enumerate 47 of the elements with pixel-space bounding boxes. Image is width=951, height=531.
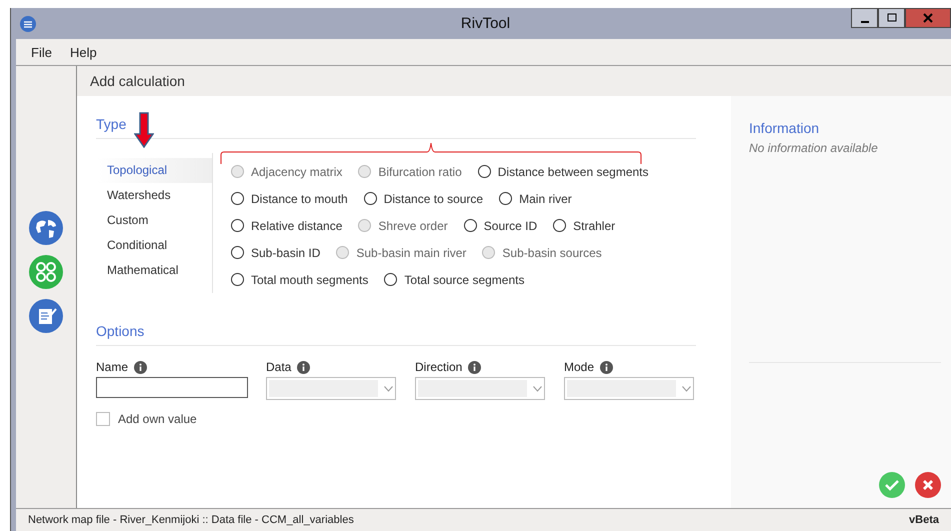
category-tab[interactable]: Custom bbox=[96, 208, 212, 233]
minimize-button[interactable] bbox=[851, 8, 878, 28]
category-tab[interactable]: Watersheds bbox=[96, 183, 212, 208]
version-label: vBeta bbox=[909, 514, 939, 526]
checkbox[interactable] bbox=[96, 412, 110, 426]
checkbox-label: Add own value bbox=[118, 412, 197, 426]
minimize-icon bbox=[860, 20, 868, 22]
category-tab[interactable]: Conditional bbox=[96, 233, 212, 258]
field-label: Data bbox=[266, 360, 292, 374]
chevron-down-icon bbox=[533, 386, 542, 392]
section-title: Options bbox=[96, 323, 696, 346]
radio-option[interactable]: Total source segments bbox=[384, 272, 524, 286]
field-label: Name bbox=[96, 360, 128, 374]
radio-option[interactable]: Main river bbox=[499, 192, 572, 206]
info-icon[interactable] bbox=[600, 360, 614, 374]
info-icon[interactable] bbox=[134, 360, 148, 374]
info-icon[interactable] bbox=[297, 360, 310, 374]
information-title: Information bbox=[749, 120, 820, 136]
down-arrow-drawing bbox=[134, 112, 154, 148]
radio-option[interactable]: Sub-basin ID bbox=[231, 246, 320, 260]
cancel-icon[interactable] bbox=[915, 472, 941, 498]
maximize-button[interactable] bbox=[878, 8, 905, 28]
field-label: Direction bbox=[415, 360, 462, 374]
information-text: No information available bbox=[749, 141, 879, 155]
field-label: Mode bbox=[564, 360, 594, 374]
category-tab[interactable]: Mathematical bbox=[96, 258, 212, 283]
chevron-down-icon bbox=[384, 386, 393, 392]
menu-item[interactable]: Help bbox=[70, 44, 97, 60]
radio-option[interactable]: Total mouth segments bbox=[231, 272, 368, 286]
app-logo-icon bbox=[20, 16, 36, 32]
radio-option[interactable]: Relative distance bbox=[231, 218, 342, 232]
panel-title: Add calculation bbox=[90, 73, 185, 89]
radio-option[interactable]: Strahler bbox=[553, 218, 616, 232]
radio-option[interactable]: Distance between segments bbox=[478, 164, 648, 178]
status-text: Network map file - River_Kenmijoki :: Data file - CCM_all_variables bbox=[28, 514, 354, 526]
name-input[interactable] bbox=[96, 377, 248, 398]
radio-option[interactable]: Distance to mouth bbox=[231, 192, 348, 206]
checklist-icon[interactable] bbox=[29, 299, 63, 333]
close-button[interactable] bbox=[905, 8, 951, 28]
info-icon[interactable] bbox=[468, 360, 482, 374]
menu-item[interactable]: File bbox=[31, 44, 52, 60]
radio-option[interactable]: Distance to source bbox=[364, 192, 484, 206]
radio-option[interactable]: Source ID bbox=[464, 218, 538, 232]
close-icon bbox=[923, 13, 933, 23]
chevron-down-icon bbox=[682, 386, 691, 392]
maximize-icon bbox=[886, 13, 896, 23]
window-title: RivTool bbox=[460, 15, 512, 32]
